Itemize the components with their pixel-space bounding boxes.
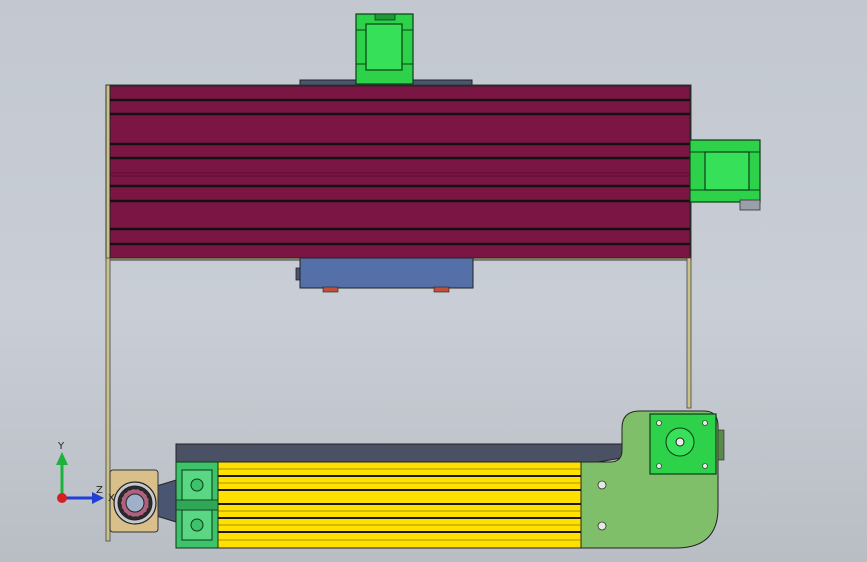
z-axis-dot (57, 493, 67, 503)
end-plate-screw (597, 521, 607, 531)
bottom-linear-module[interactable] (109, 410, 725, 549)
top-motor-connector (374, 13, 396, 21)
bearing-block (109, 469, 159, 533)
y-axis-label: Y (57, 441, 65, 452)
top-motor-face (365, 23, 403, 71)
carriage-bolt (322, 286, 339, 293)
gantry-beam-body (109, 85, 691, 259)
carriage-plate[interactable] (295, 257, 474, 293)
z-axis-label: Z (96, 485, 103, 496)
rail-profile-end (175, 461, 219, 549)
carriage-bolt (433, 286, 450, 293)
top-stepper-motor[interactable] (299, 13, 473, 88)
gantry-beam[interactable] (105, 84, 692, 261)
module-top-plate (175, 443, 623, 463)
side-motor-face (704, 151, 750, 191)
side-stepper-motor[interactable] (689, 139, 761, 211)
cad-scene[interactable]: Y Z X (0, 0, 867, 562)
side-motor-bracket (739, 199, 761, 211)
right-upright (686, 257, 692, 409)
x-axis-label: X (108, 493, 115, 504)
carriage-body (299, 257, 474, 289)
cad-viewport[interactable]: Y Z X (0, 0, 867, 562)
end-plate-screw (597, 480, 607, 490)
end-motor-shaft (675, 437, 685, 447)
